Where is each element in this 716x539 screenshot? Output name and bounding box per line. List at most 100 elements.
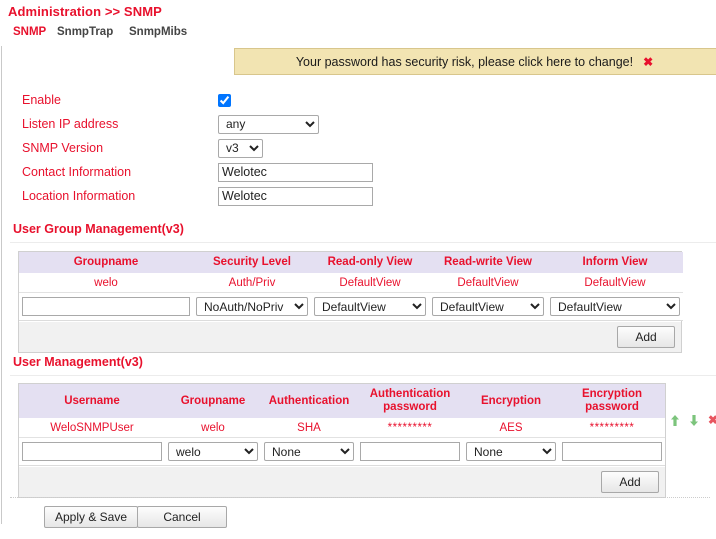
cell-groupname: welo xyxy=(19,274,193,293)
enable-label: Enable xyxy=(22,93,61,107)
cell-groupname: welo xyxy=(165,419,261,438)
user-management-table-footer: Add xyxy=(19,466,665,497)
new-enc-password-input[interactable] xyxy=(562,442,662,461)
col-security-level: Security Level xyxy=(193,252,311,274)
new-group-row: NoAuth/NoPriv DefaultView DefaultView xyxy=(19,293,683,321)
col-inform-view: Inform View xyxy=(547,252,683,274)
new-inform-view-select[interactable]: DefaultView xyxy=(550,297,680,316)
new-username-input[interactable] xyxy=(22,442,162,461)
user-management-table: Username Groupname Authentication Authen… xyxy=(19,384,665,466)
new-groupname-cell: welo xyxy=(165,438,261,466)
user-management-section-title: User Management(v3) xyxy=(13,355,143,369)
new-encryption-select[interactable]: None xyxy=(466,442,556,461)
user-management-table-panel: Username Groupname Authentication Authen… xyxy=(18,383,666,498)
footer-divider xyxy=(10,497,710,499)
cell-username: WeloSNMPUser xyxy=(19,419,165,438)
user-group-table-panel: Groupname Security Level Read-only View … xyxy=(18,251,682,353)
enable-checkbox[interactable] xyxy=(218,94,231,107)
listen-ip-control: any xyxy=(218,115,319,134)
security-warning-text[interactable]: Your password has security risk, please … xyxy=(296,55,633,69)
cell-auth-password: ********* xyxy=(357,419,463,438)
col-username: Username xyxy=(19,384,165,419)
security-warning-banner[interactable]: Your password has security risk, please … xyxy=(234,48,716,75)
user-row-actions: ✖ xyxy=(670,414,716,426)
field-row-location: Location Information xyxy=(0,184,716,208)
col-read-only-view: Read-only View xyxy=(311,252,429,274)
user-group-section-title: User Group Management(v3) xyxy=(13,222,184,236)
new-user-groupname-select[interactable]: welo xyxy=(168,442,258,461)
contact-information-input[interactable] xyxy=(218,163,373,182)
move-up-icon[interactable] xyxy=(670,415,680,426)
new-groupname-cell xyxy=(19,293,193,321)
tab-snmp[interactable]: SNMP xyxy=(13,26,46,38)
new-auth-password-input[interactable] xyxy=(360,442,460,461)
location-information-control xyxy=(218,187,373,206)
basic-settings-form: Enable Listen IP address any SNMP Versio… xyxy=(0,88,716,208)
snmp-version-label: SNMP Version xyxy=(22,141,103,155)
field-row-snmp-version: SNMP Version v3 xyxy=(0,136,716,160)
new-authentication-cell: None xyxy=(261,438,357,466)
cell-enc-password: ********* xyxy=(559,419,665,438)
snmp-version-control: v3 xyxy=(218,139,263,158)
table-header-row: Groupname Security Level Read-only View … xyxy=(19,252,683,274)
table-row: welo Auth/Priv DefaultView DefaultView D… xyxy=(19,274,683,293)
new-encryption-cell: None xyxy=(463,438,559,466)
move-down-icon[interactable] xyxy=(689,415,699,426)
new-enc-password-cell xyxy=(559,438,665,466)
contact-information-label: Contact Information xyxy=(22,165,131,179)
listen-ip-select[interactable]: any xyxy=(218,115,319,134)
col-auth-password: Authentication password xyxy=(357,384,463,419)
new-security-level-select[interactable]: NoAuth/NoPriv xyxy=(196,297,308,316)
new-user-row: welo None None xyxy=(19,438,665,466)
tab-snmptrap[interactable]: SnmpTrap xyxy=(57,26,113,38)
table-header-row: Username Groupname Authentication Authen… xyxy=(19,384,665,419)
cell-inform-view: DefaultView xyxy=(547,274,683,293)
new-auth-password-cell xyxy=(357,438,463,466)
new-security-level-cell: NoAuth/NoPriv xyxy=(193,293,311,321)
col-authentication: Authentication xyxy=(261,384,357,419)
cell-read-write-view: DefaultView xyxy=(429,274,547,293)
user-group-section-divider xyxy=(10,242,716,243)
delete-icon[interactable]: ✖ xyxy=(708,414,716,426)
cell-read-only-view: DefaultView xyxy=(311,274,429,293)
new-read-only-view-cell: DefaultView xyxy=(311,293,429,321)
snmp-version-select[interactable]: v3 xyxy=(218,139,263,158)
breadcrumb: Administration >> SNMP xyxy=(8,4,162,19)
user-management-section-divider xyxy=(10,375,716,376)
new-username-cell xyxy=(19,438,165,466)
user-group-table-footer: Add xyxy=(19,321,681,352)
col-encryption: Encryption xyxy=(463,384,559,419)
location-information-label: Location Information xyxy=(22,189,135,203)
tab-bar: SNMP SnmpTrap SnmpMibs xyxy=(0,26,716,46)
cell-authentication: SHA xyxy=(261,419,357,438)
footer-actions: Apply & Save Cancel xyxy=(44,506,227,528)
cell-encryption: AES xyxy=(463,419,559,438)
apply-save-button[interactable]: Apply & Save xyxy=(44,506,138,528)
contact-information-control xyxy=(218,163,373,182)
cancel-button[interactable]: Cancel xyxy=(137,506,227,528)
field-row-contact: Contact Information xyxy=(0,160,716,184)
cell-security-level: Auth/Priv xyxy=(193,274,311,293)
close-icon[interactable]: ✖ xyxy=(643,56,653,68)
col-groupname: Groupname xyxy=(19,252,193,274)
new-read-write-view-select[interactable]: DefaultView xyxy=(432,297,544,316)
user-group-table: Groupname Security Level Read-only View … xyxy=(19,252,683,321)
field-row-enable: Enable xyxy=(0,88,716,112)
new-read-only-view-select[interactable]: DefaultView xyxy=(314,297,426,316)
new-read-write-view-cell: DefaultView xyxy=(429,293,547,321)
new-authentication-select[interactable]: None xyxy=(264,442,354,461)
new-inform-view-cell: DefaultView xyxy=(547,293,683,321)
tab-snmpmibs[interactable]: SnmpMibs xyxy=(129,26,187,38)
field-row-listen-ip: Listen IP address any xyxy=(0,112,716,136)
table-row: WeloSNMPUser welo SHA ********* AES ****… xyxy=(19,419,665,438)
col-read-write-view: Read-write View xyxy=(429,252,547,274)
add-user-button[interactable]: Add xyxy=(601,471,659,493)
add-group-button[interactable]: Add xyxy=(617,326,675,348)
col-groupname: Groupname xyxy=(165,384,261,419)
listen-ip-label: Listen IP address xyxy=(22,117,118,131)
location-information-input[interactable] xyxy=(218,187,373,206)
new-groupname-input[interactable] xyxy=(22,297,190,316)
snmp-settings-page: Administration >> SNMP SNMP SnmpTrap Snm… xyxy=(0,0,716,539)
enable-checkbox-wrap xyxy=(218,93,231,107)
col-enc-password: Encryption password xyxy=(559,384,665,419)
